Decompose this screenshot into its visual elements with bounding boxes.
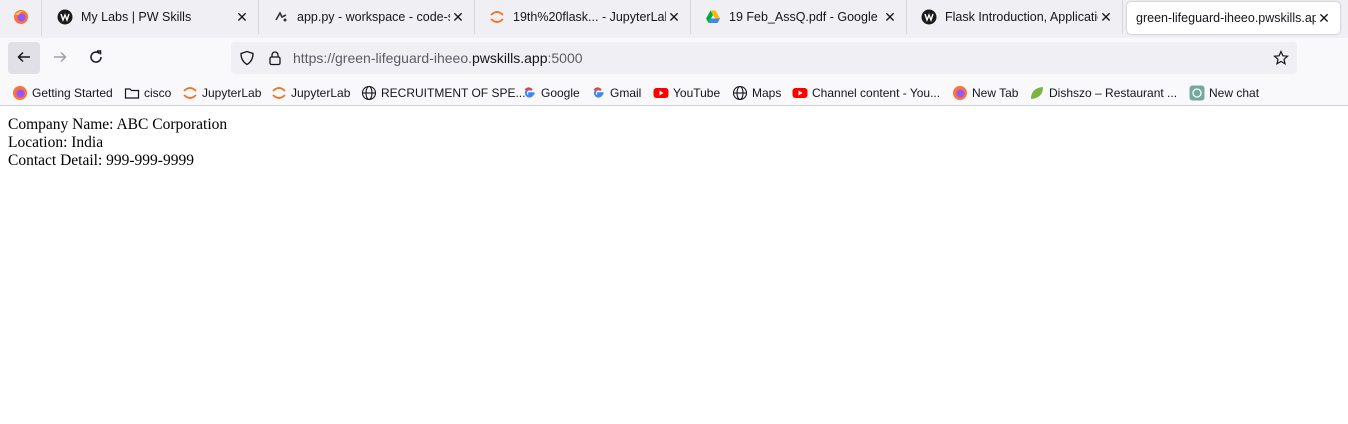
tab-code-server[interactable]: app.py - workspace - code-ser ✕ [259, 0, 475, 34]
globe-icon [361, 85, 377, 101]
bookmark-new-tab[interactable]: New Tab [952, 84, 1018, 102]
leaf-icon [1029, 85, 1045, 101]
company-name-line: Company Name: ABC Corporation [8, 116, 228, 133]
close-icon[interactable]: ✕ [1316, 10, 1332, 26]
chatgpt-icon [1189, 85, 1205, 101]
bookmark-cisco[interactable]: cisco [124, 84, 171, 102]
tab-jupyterlab[interactable]: 19th%20flask... - JupyterLab ✕ [475, 0, 691, 34]
close-icon[interactable]: ✕ [234, 9, 250, 25]
tab-title: Flask Introduction, Application [945, 10, 1098, 24]
globe-icon [732, 85, 748, 101]
close-icon[interactable]: ✕ [450, 9, 466, 25]
bookmark-label: Getting Started [32, 86, 113, 100]
folder-icon [124, 85, 140, 101]
firefox-menu-button[interactable] [0, 0, 42, 36]
star-icon[interactable] [1273, 50, 1289, 69]
url-bar[interactable]: https://green-lifeguard-iheeo.pwskills.a… [231, 42, 1297, 74]
tab-green-lifeguard[interactable]: green-lifeguard-iheeo.pwskills.app ✕ [1127, 2, 1340, 34]
bookmark-label: Channel content - You... [812, 86, 941, 100]
url-port: :5000 [547, 50, 583, 66]
url-text[interactable]: https://green-lifeguard-iheeo.pwskills.a… [293, 50, 583, 66]
contact-detail-line: Contact Detail: 999-999-9999 [8, 152, 194, 169]
bookmark-maps[interactable]: Maps [732, 84, 781, 102]
bookmark-dishszo[interactable]: Dishszo – Restaurant ... [1029, 84, 1177, 102]
firefox-icon [13, 9, 29, 28]
bookmark-label: New Tab [972, 86, 1019, 100]
firefox-icon [12, 85, 28, 101]
tab-my-labs[interactable]: My Labs | PW Skills ✕ [43, 0, 259, 34]
lock-icon[interactable] [267, 50, 283, 69]
navigation-toolbar: https://green-lifeguard-iheeo.pwskills.a… [0, 38, 1348, 79]
firefox-icon [952, 85, 968, 101]
bookmark-youtube[interactable]: YouTube [653, 84, 720, 102]
bookmark-label: YouTube [673, 86, 721, 100]
code-server-icon [273, 9, 289, 25]
youtube-icon [653, 85, 669, 101]
bookmark-jupyterlab-2[interactable]: JupyterLab [271, 84, 350, 102]
bookmark-label: RECRUITMENT OF SPE... [381, 86, 526, 100]
bookmark-getting-started[interactable]: Getting Started [12, 84, 113, 102]
jupyter-icon [271, 85, 287, 101]
tab-title: 19 Feb_AssQ.pdf - Google Driv [729, 10, 882, 24]
bookmark-jupyterlab-1[interactable]: JupyterLab [182, 84, 261, 102]
bookmark-label: Gmail [610, 86, 642, 100]
reload-button[interactable] [80, 42, 112, 74]
tab-google-drive[interactable]: 19 Feb_AssQ.pdf - Google Driv ✕ [691, 0, 907, 34]
tab-title: app.py - workspace - code-ser [297, 10, 450, 24]
bookmark-channel-content[interactable]: Channel content - You... [792, 84, 940, 102]
tab-title: My Labs | PW Skills [81, 10, 192, 24]
tab-title: 19th%20flask... - JupyterLab [513, 10, 666, 24]
url-prefix: https://green-lifeguard-iheeo. [293, 50, 472, 66]
close-icon[interactable]: ✕ [666, 9, 682, 25]
tab-title: green-lifeguard-iheeo.pwskills.app [1136, 11, 1316, 25]
bookmark-label: cisco [144, 86, 172, 100]
pw-skills-icon [57, 9, 73, 25]
bookmark-label: New chat [1209, 86, 1260, 100]
bookmarks-toolbar: Getting Started cisco JupyterLab Jupyter… [0, 79, 1348, 106]
page-content: Company Name: ABC Corporation Location: … [0, 107, 1348, 424]
bookmark-label: Dishszo – Restaurant ... [1049, 86, 1178, 100]
google-drive-icon [705, 9, 721, 25]
google-icon [521, 85, 537, 101]
jupyter-icon [489, 9, 505, 25]
bookmark-label: JupyterLab [202, 86, 262, 100]
tab-strip: My Labs | PW Skills ✕ app.py - workspace… [0, 0, 1348, 38]
youtube-icon [792, 85, 808, 101]
pw-skills-icon [921, 9, 937, 25]
bookmark-new-chat[interactable]: New chat [1189, 84, 1259, 102]
jupyter-icon [182, 85, 198, 101]
bookmark-recruitment[interactable]: RECRUITMENT OF SPE... [361, 84, 525, 102]
url-host: pwskills.app [472, 50, 548, 66]
reload-icon [88, 49, 104, 68]
close-icon[interactable]: ✕ [882, 9, 898, 25]
back-button[interactable] [8, 42, 40, 74]
google-icon [590, 85, 606, 101]
location-line: Location: India [8, 134, 104, 151]
tab-flask-introduction[interactable]: Flask Introduction, Application ✕ [907, 0, 1123, 34]
shield-icon[interactable] [239, 50, 255, 69]
bookmark-label: Maps [752, 86, 782, 100]
arrow-right-icon [52, 49, 68, 68]
close-icon[interactable]: ✕ [1098, 9, 1114, 25]
bookmark-google[interactable]: Google [521, 84, 580, 102]
bookmark-gmail[interactable]: Gmail [590, 84, 641, 102]
arrow-left-icon [16, 49, 32, 68]
bookmark-label: Google [541, 86, 580, 100]
forward-button[interactable] [44, 42, 76, 74]
bookmark-label: JupyterLab [291, 86, 351, 100]
